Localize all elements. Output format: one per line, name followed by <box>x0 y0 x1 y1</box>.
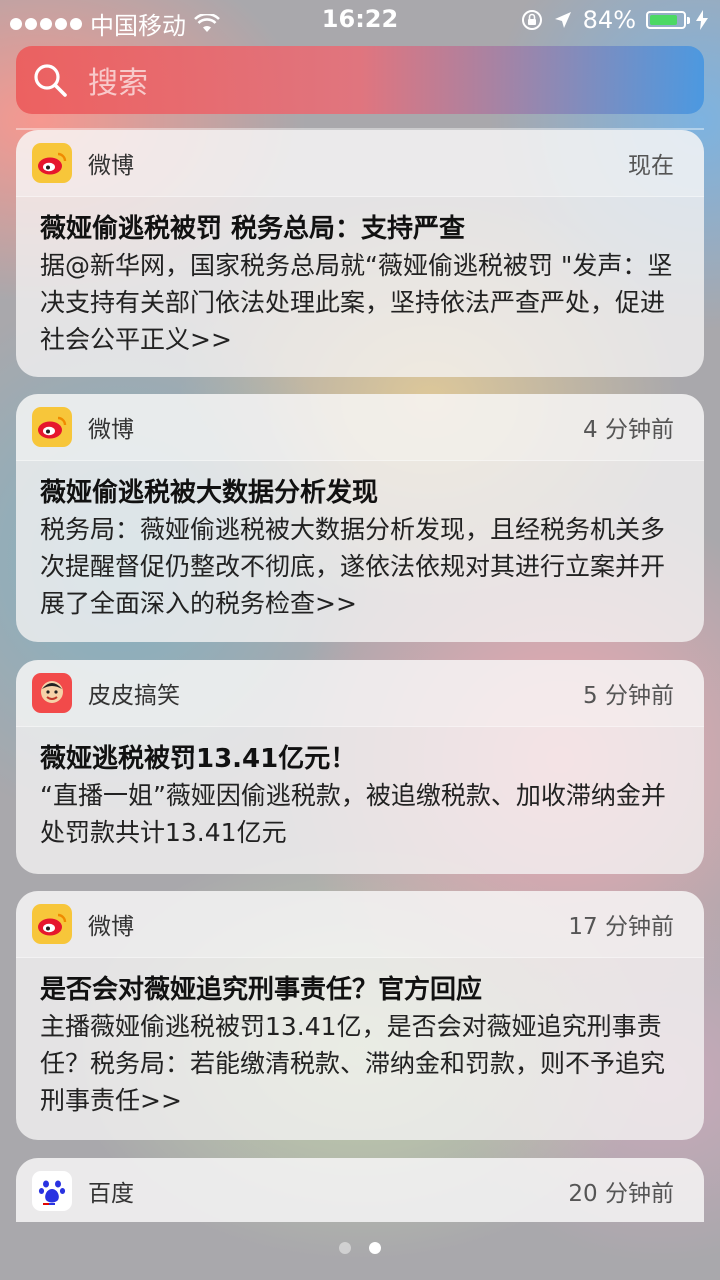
notification-card[interactable]: 微博 17 分钟前 是否会对薇娅追究刑事责任？官方回应 主播薇娅偷逃税被罚13.… <box>16 891 704 1140</box>
baidu-icon <box>32 1171 72 1211</box>
pipi-gaoxiao-icon <box>32 673 72 713</box>
app-name: 微博 <box>88 914 134 940</box>
notification-body: “直播一姐”薇娅因偷逃税款，被追缴税款、加收滞纳金并处罚款共计13.41亿元 <box>40 781 666 847</box>
notification-card[interactable]: 微博 4 分钟前 薇娅偷逃税被大数据分析发现 税务局：薇娅偷逃税被大数据分析发现… <box>16 394 704 642</box>
notification-body: 主播薇娅偷逃税被罚13.41亿，是否会对薇娅追究刑事责任？税务局：若能缴清税款、… <box>40 1012 666 1115</box>
page-dot[interactable] <box>369 1242 381 1254</box>
weibo-icon <box>32 904 72 944</box>
notification-body: 据@新华网，国家税务总局就“薇娅偷逃税被罚 "发声：坚决支持有关部门依法处理此案… <box>40 251 673 354</box>
notification-card[interactable]: 皮皮搞笑 5 分钟前 薇娅逃税被罚13.41亿元！ “直播一姐”薇娅因偷逃税款，… <box>16 660 704 874</box>
status-bar: 中国移动 16:22 84% <box>0 0 720 40</box>
page-dot[interactable] <box>339 1242 351 1254</box>
search-bar[interactable]: 搜索 <box>16 46 704 114</box>
notification-title: 薇娅逃税被罚13.41亿元！ <box>40 744 357 774</box>
search-icon <box>34 64 67 97</box>
weibo-icon <box>32 143 72 183</box>
notification-time: 5 分钟前 <box>583 683 674 709</box>
charging-bolt-icon <box>696 10 708 30</box>
notification-title: 是否会对薇娅追究刑事责任？官方回应 <box>40 975 483 1005</box>
notification-title: 薇娅偷逃税被罚 税务总局：支持严查 <box>40 214 466 244</box>
app-name: 百度 <box>88 1181 134 1207</box>
notification-time: 4 分钟前 <box>583 417 674 443</box>
notification-card[interactable]: 百度 20 分钟前 <box>16 1158 704 1222</box>
battery-percentage: 84% <box>582 6 636 34</box>
weibo-icon <box>32 407 72 447</box>
notification-time: 20 分钟前 <box>568 1181 674 1207</box>
app-name: 微博 <box>88 153 134 179</box>
app-name: 微博 <box>88 417 134 443</box>
notification-time: 17 分钟前 <box>568 914 674 940</box>
app-name: 皮皮搞笑 <box>88 683 180 709</box>
battery-icon <box>646 11 690 29</box>
orientation-lock-icon <box>521 10 542 30</box>
notification-body: 税务局：薇娅偷逃税被大数据分析发现，且经税务机关多次提醒督促仍整改不彻底，遂依法… <box>40 515 666 618</box>
page-indicator[interactable] <box>0 1242 720 1254</box>
location-arrow-icon <box>554 12 571 28</box>
notification-card[interactable]: 微博 现在 薇娅偷逃税被罚 税务总局：支持严查 据@新华网，国家税务总局就“薇娅… <box>16 130 704 377</box>
search-placeholder: 搜索 <box>88 66 148 101</box>
notification-time: 现在 <box>628 153 674 179</box>
notification-title: 薇娅偷逃税被大数据分析发现 <box>40 478 379 508</box>
